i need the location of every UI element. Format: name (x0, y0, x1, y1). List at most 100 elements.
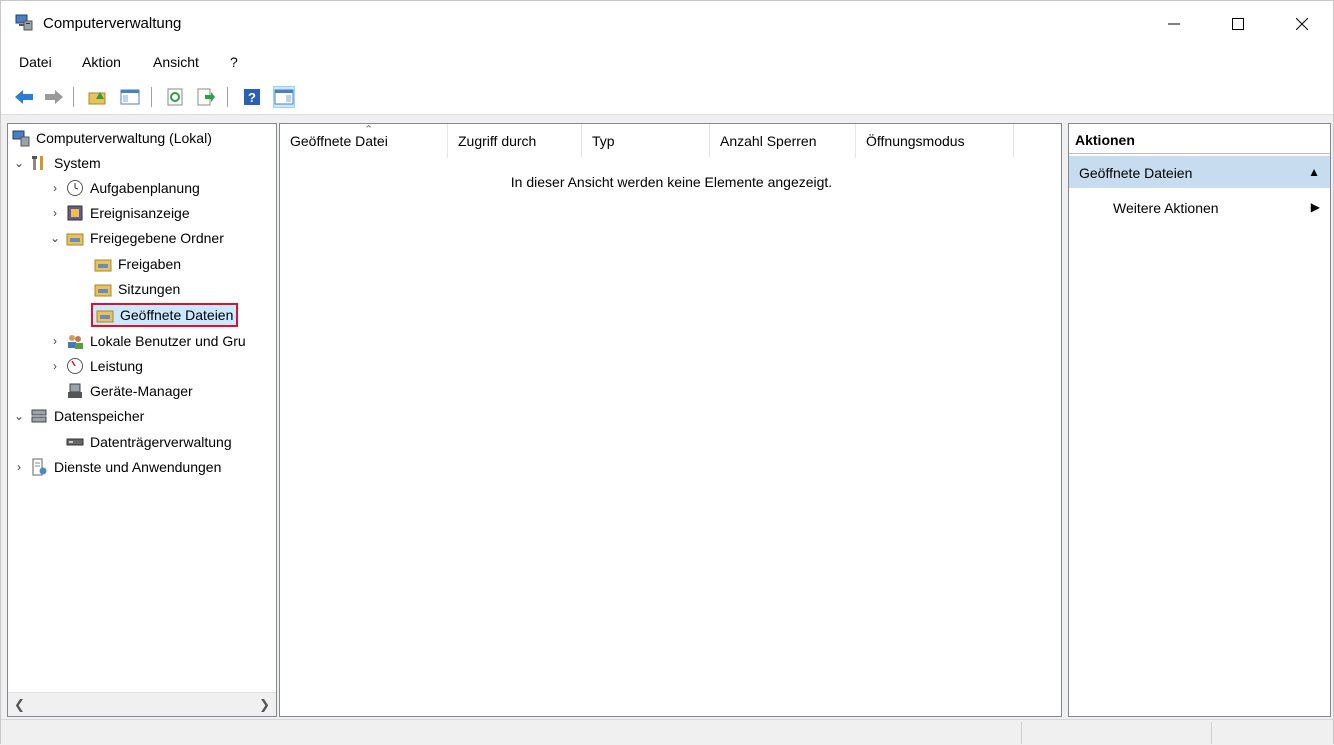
storage-icon (31, 409, 47, 423)
actions-section-label: Geöffnete Dateien (1079, 165, 1193, 181)
column-header-zugriff-durch[interactable]: Zugriff durch (448, 124, 582, 158)
tree-item-label: Freigaben (118, 256, 182, 272)
folder-up-icon (88, 92, 106, 105)
empty-list-message: In dieser Ansicht werden keine Elemente … (510, 174, 833, 190)
tree-item-label: Geöffnete Dateien (120, 307, 234, 323)
scroll-left-arrow-icon[interactable]: ❮ (14, 697, 25, 713)
toolbar-separator (227, 87, 228, 107)
chevron-right-icon[interactable]: › (48, 206, 62, 220)
help-button[interactable]: ? (241, 86, 263, 108)
tree-item-label: Datenträgerverwaltung (90, 434, 232, 450)
tree-item-dienste-und-anwendungen[interactable]: › Dienste und Anwendungen (12, 455, 221, 479)
tree-item-ereignisanzeige[interactable]: › Ereignisanzeige (48, 201, 190, 225)
toolbar-separator (151, 87, 152, 107)
actions-header: Aktionen (1069, 124, 1330, 154)
users-icon (68, 335, 83, 349)
up-folder-button[interactable] (87, 86, 109, 108)
services-icon (32, 458, 47, 476)
actions-section-geoeffnete-dateien[interactable]: Geöffnete Dateien ▲ (1069, 156, 1330, 188)
tree-item-datenspeicher[interactable]: ⌄ Datenspeicher (12, 404, 144, 428)
tree-item-freigegebene-ordner[interactable]: ⌄ Freigegebene Ordner (48, 226, 224, 250)
console-tree-icon (120, 89, 140, 105)
refresh-icon (167, 88, 183, 106)
chevron-down-icon[interactable]: ⌄ (48, 231, 62, 245)
help-icon: ? (244, 89, 260, 105)
forward-arrow-icon (45, 90, 63, 104)
tree-item-datentraegerverwaltung[interactable]: Datenträgerverwaltung (66, 430, 232, 454)
maximize-button[interactable] (1215, 1, 1261, 47)
tree-item-label: Dienste und Anwendungen (54, 459, 222, 475)
back-button[interactable] (13, 86, 35, 108)
chevron-right-icon[interactable]: › (48, 334, 62, 348)
show-hide-console-tree-button[interactable] (119, 86, 141, 108)
close-icon (1296, 18, 1308, 30)
maximize-icon (1232, 18, 1244, 30)
column-header-oeffnungsmodus[interactable]: Öffnungsmodus (856, 124, 1014, 158)
menu-ansicht[interactable]: Ansicht (153, 54, 199, 70)
refresh-button[interactable] (165, 86, 187, 108)
export-icon (197, 88, 215, 106)
window-title: Computerverwaltung (43, 15, 182, 32)
menu-help[interactable]: ? (230, 54, 238, 70)
status-bar (1, 719, 1333, 745)
tree-item-label: Aufgabenplanung (90, 180, 200, 196)
shared-folder-icon (66, 233, 84, 246)
action-pane-icon (274, 89, 294, 105)
result-list-pane: ⌃ Geöffnete Datei Zugriff durch Typ Anza… (279, 123, 1062, 717)
selected-tree-item-highlight: Geöffnete Dateien (91, 303, 239, 327)
computer-management-app-icon (15, 14, 33, 31)
title-bar: Computerverwaltung (1, 1, 1333, 47)
open-files-folder-icon (96, 310, 114, 323)
system-tools-icon (32, 156, 43, 170)
tree-item-freigaben[interactable]: Freigaben (94, 252, 181, 276)
tree-item-label: Datenspeicher (54, 408, 145, 424)
tree-item-leistung[interactable]: › Leistung (48, 354, 143, 378)
scroll-right-arrow-icon[interactable]: ❯ (259, 697, 270, 713)
computer-management-window: Computerverwaltung Datei Aktion Ansicht … (0, 0, 1334, 745)
column-header-anzahl-sperren[interactable]: Anzahl Sperren (710, 124, 856, 158)
chevron-down-icon[interactable]: ⌄ (12, 156, 26, 170)
collapse-triangle-icon[interactable]: ▲ (1308, 165, 1320, 179)
action-weitere-aktionen[interactable]: Weitere Aktionen (1113, 200, 1219, 216)
column-header-label: Anzahl Sperren (720, 133, 817, 149)
minimize-button[interactable] (1151, 1, 1197, 47)
chevron-down-icon[interactable]: ⌄ (12, 409, 26, 423)
tree-horizontal-scrollbar[interactable]: ❮ ❯ (8, 692, 276, 716)
computer-management-icon (12, 130, 30, 147)
column-header-typ[interactable]: Typ (582, 124, 710, 158)
performance-gauge-icon (67, 358, 83, 374)
tree-item-label: Ereignisanzeige (90, 205, 190, 221)
menu-aktion[interactable]: Aktion (82, 54, 121, 70)
show-hide-action-pane-button[interactable] (273, 86, 295, 108)
tree-item-geraete-manager[interactable]: Geräte-Manager (66, 379, 193, 403)
column-header-geoeffnete-datei[interactable]: ⌃ Geöffnete Datei (280, 124, 448, 158)
device-manager-icon (68, 383, 82, 398)
tree-item-label: Freigegebene Ordner (90, 230, 224, 246)
tree-item-label: Lokale Benutzer und Gru (90, 333, 246, 349)
chevron-right-icon[interactable]: › (12, 460, 26, 474)
tree-item-geoeffnete-dateien[interactable]: Geöffnete Dateien (91, 303, 239, 327)
export-list-button[interactable] (195, 86, 217, 108)
shared-folder-icon (94, 259, 112, 272)
menu-datei[interactable]: Datei (19, 54, 52, 70)
tree-item-lokale-benutzer[interactable]: › Lokale Benutzer und Gru (48, 329, 246, 353)
chevron-right-icon[interactable]: › (48, 359, 62, 373)
chevron-right-icon[interactable]: › (48, 181, 62, 195)
tree-item-label: Sitzungen (118, 281, 181, 297)
column-header-label: Typ (592, 133, 615, 149)
submenu-arrow-icon[interactable]: ▶ (1311, 200, 1320, 214)
tree-item-system[interactable]: ⌄ System (12, 151, 101, 175)
toolbar-separator (73, 87, 74, 107)
console-tree-pane: Computerverwaltung (Lokal) ⌄ System › Au… (7, 123, 277, 717)
tree-item-computerverwaltung-lokal[interactable]: Computerverwaltung (Lokal) (12, 126, 212, 150)
svg-text:?: ? (248, 90, 256, 105)
shared-folder-icon (94, 284, 112, 297)
back-arrow-icon (15, 90, 33, 104)
tree-item-label: Geräte-Manager (90, 383, 193, 399)
minimize-icon (1168, 23, 1180, 25)
close-button[interactable] (1279, 1, 1325, 47)
tree-item-aufgabenplanung[interactable]: › Aufgabenplanung (48, 176, 200, 200)
tree-item-sitzungen[interactable]: Sitzungen (94, 277, 180, 301)
toolbar: ? (1, 79, 1333, 115)
forward-button[interactable] (43, 86, 65, 108)
